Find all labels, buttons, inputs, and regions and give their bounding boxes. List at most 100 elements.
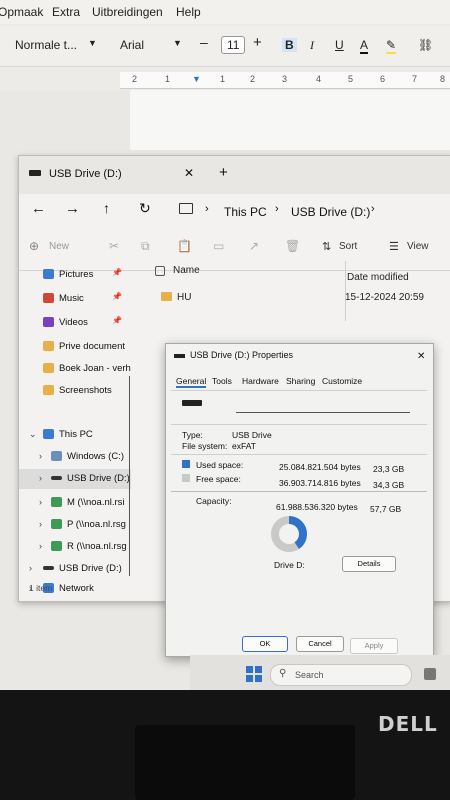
select-all-checkbox[interactable] — [155, 266, 165, 276]
nav-item-usb-drive-2[interactable]: › USB Drive (D:) — [19, 559, 131, 579]
menu-uitbreidingen[interactable]: Uitbreidingen — [92, 5, 163, 19]
chevron-right-icon[interactable]: › — [39, 497, 42, 507]
decrease-font-button[interactable]: – — [200, 34, 208, 50]
ruler-tick: 1 — [165, 74, 171, 84]
chevron-right-icon[interactable]: › — [29, 563, 32, 573]
document-page[interactable] — [130, 90, 450, 150]
underline-button[interactable]: U — [335, 38, 344, 52]
search-placeholder: Search — [295, 670, 324, 680]
style-select[interactable]: Normale t... — [15, 38, 77, 52]
chevron-down-icon[interactable]: ▼ — [88, 38, 97, 48]
file-row[interactable]: HU 15-12-2024 20:59 — [145, 289, 450, 307]
menu-opmaak[interactable]: Opmaak — [0, 5, 43, 19]
drive-label-input[interactable] — [236, 396, 410, 413]
ruler-tick: 2 — [250, 74, 256, 84]
sort-icon[interactable]: ⇅ — [322, 240, 331, 253]
nav-item-videos[interactable]: Videos 📌 — [19, 313, 131, 333]
ruler-tick: 5 — [348, 74, 354, 84]
nav-item-r-drive[interactable]: › R (\\noa.nl.rsg — [19, 537, 131, 557]
nav-item-boek[interactable]: Boek Joan - verh — [19, 359, 131, 379]
chevron-right-icon[interactable]: › — [39, 519, 42, 529]
usb-drive-large-icon — [182, 400, 202, 406]
taskbar-search[interactable]: ⚲ Search — [270, 664, 412, 686]
tab-customize[interactable]: Customize — [322, 376, 362, 386]
tab-title[interactable]: USB Drive (D:) — [49, 168, 122, 180]
monitor-screen: Opmaak Extra Uitbreidingen Help Normale … — [0, 0, 450, 690]
tab-hardware[interactable]: Hardware — [242, 376, 279, 386]
forward-arrow-icon[interactable]: → — [65, 200, 80, 217]
sort-button[interactable]: Sort — [339, 241, 357, 252]
usb-drive-icon — [43, 566, 54, 570]
nav-item-windows-c[interactable]: › Windows (C:) — [19, 447, 131, 467]
font-select[interactable]: Arial — [120, 38, 144, 52]
nav-item-m-drive[interactable]: › M (\\noa.nl.rsi — [19, 493, 131, 513]
view-button[interactable]: View — [407, 241, 429, 252]
nav-item-screenshots[interactable]: Screenshots — [19, 381, 131, 401]
menu-help[interactable]: Help — [176, 5, 201, 19]
menu-extra[interactable]: Extra — [52, 5, 80, 19]
tab-general[interactable]: General — [176, 376, 207, 388]
windows-start-icon[interactable] — [246, 666, 262, 682]
breadcrumb-usb-drive[interactable]: USB Drive (D:) — [291, 205, 370, 219]
section-divider — [171, 424, 427, 425]
delete-icon[interactable]: 🗑 — [285, 239, 300, 253]
chevron-down-icon[interactable]: ⌄ — [29, 429, 37, 440]
pane-splitter[interactable] — [129, 376, 130, 576]
highlight-icon[interactable]: ✎ — [386, 38, 397, 54]
ruler-tick: 7 — [412, 74, 418, 84]
nav-item-music[interactable]: Music 📌 — [19, 289, 131, 309]
taskbar-app-icon[interactable] — [424, 668, 436, 680]
nav-label: Music — [59, 293, 84, 304]
nav-item-usb-drive[interactable]: › USB Drive (D:) — [19, 469, 131, 489]
indent-marker-icon[interactable]: ▼ — [192, 74, 201, 84]
new-tab-button[interactable]: + — [219, 164, 228, 181]
refresh-icon[interactable]: ↻ — [139, 200, 151, 217]
plus-circle-icon[interactable]: ⊕ — [29, 239, 39, 253]
tab-tools[interactable]: Tools — [212, 376, 232, 386]
nav-item-pictures[interactable]: Pictures 📌 — [19, 265, 131, 285]
type-value: USB Drive — [232, 430, 272, 440]
nav-label: Windows (C:) — [67, 451, 125, 462]
chevron-right-icon[interactable]: › — [39, 451, 42, 461]
up-arrow-icon[interactable]: ↑ — [103, 200, 110, 216]
column-name[interactable]: Name — [173, 265, 200, 276]
apply-button[interactable]: Apply — [350, 638, 398, 654]
cut-icon[interactable]: ✂ — [109, 239, 119, 253]
italic-button[interactable]: I — [310, 38, 314, 53]
breadcrumb-this-pc[interactable]: This PC — [224, 205, 267, 219]
chevron-right-icon[interactable]: › — [39, 473, 42, 483]
column-date-modified[interactable]: Date modified — [347, 272, 409, 283]
chevron-down-icon[interactable]: ▼ — [173, 38, 182, 48]
capacity-gb: 57,7 GB — [370, 504, 402, 514]
share-icon[interactable]: ↗ — [249, 239, 259, 253]
used-space-gb: 23,3 GB — [373, 464, 405, 474]
view-icon[interactable]: ☰ — [389, 240, 399, 253]
section-divider — [171, 491, 427, 492]
back-arrow-icon[interactable]: ← — [31, 200, 46, 217]
cancel-button[interactable]: Cancel — [296, 636, 344, 652]
dialog-title: USB Drive (D:) Properties — [190, 350, 294, 360]
tab-sharing[interactable]: Sharing — [286, 376, 315, 386]
nav-item-prive[interactable]: Prive document — [19, 337, 131, 357]
chevron-right-icon[interactable]: › — [39, 541, 42, 551]
rename-icon[interactable]: ▭ — [213, 239, 224, 253]
docs-menubar: Opmaak Extra Uitbreidingen Help — [0, 0, 450, 24]
details-button[interactable]: Details — [342, 556, 396, 572]
copy-icon[interactable]: ⧉ — [141, 239, 150, 254]
link-icon[interactable]: ⛓ — [418, 38, 433, 52]
file-list: Name Date modified HU 15-12-2024 20:59 — [145, 261, 450, 321]
increase-font-button[interactable]: + — [253, 34, 262, 51]
nav-item-this-pc[interactable]: ⌄ This PC — [19, 425, 131, 445]
paste-icon[interactable]: 📋 — [177, 239, 192, 253]
bold-button[interactable]: B — [282, 38, 297, 52]
close-tab-icon[interactable]: ✕ — [184, 166, 194, 180]
text-color-button[interactable]: A — [360, 38, 369, 54]
new-button[interactable]: New — [49, 241, 69, 252]
close-icon[interactable]: ✕ — [417, 351, 425, 362]
nav-label: Pictures — [59, 269, 94, 280]
ok-button[interactable]: OK — [242, 636, 288, 652]
font-size-input[interactable]: 11 — [221, 36, 246, 54]
nav-item-p-drive[interactable]: › P (\\noa.nl.rsg — [19, 515, 131, 535]
used-space-bytes: 25.084.821.504 bytes — [279, 462, 361, 472]
capacity-label: Capacity: — [196, 496, 232, 506]
